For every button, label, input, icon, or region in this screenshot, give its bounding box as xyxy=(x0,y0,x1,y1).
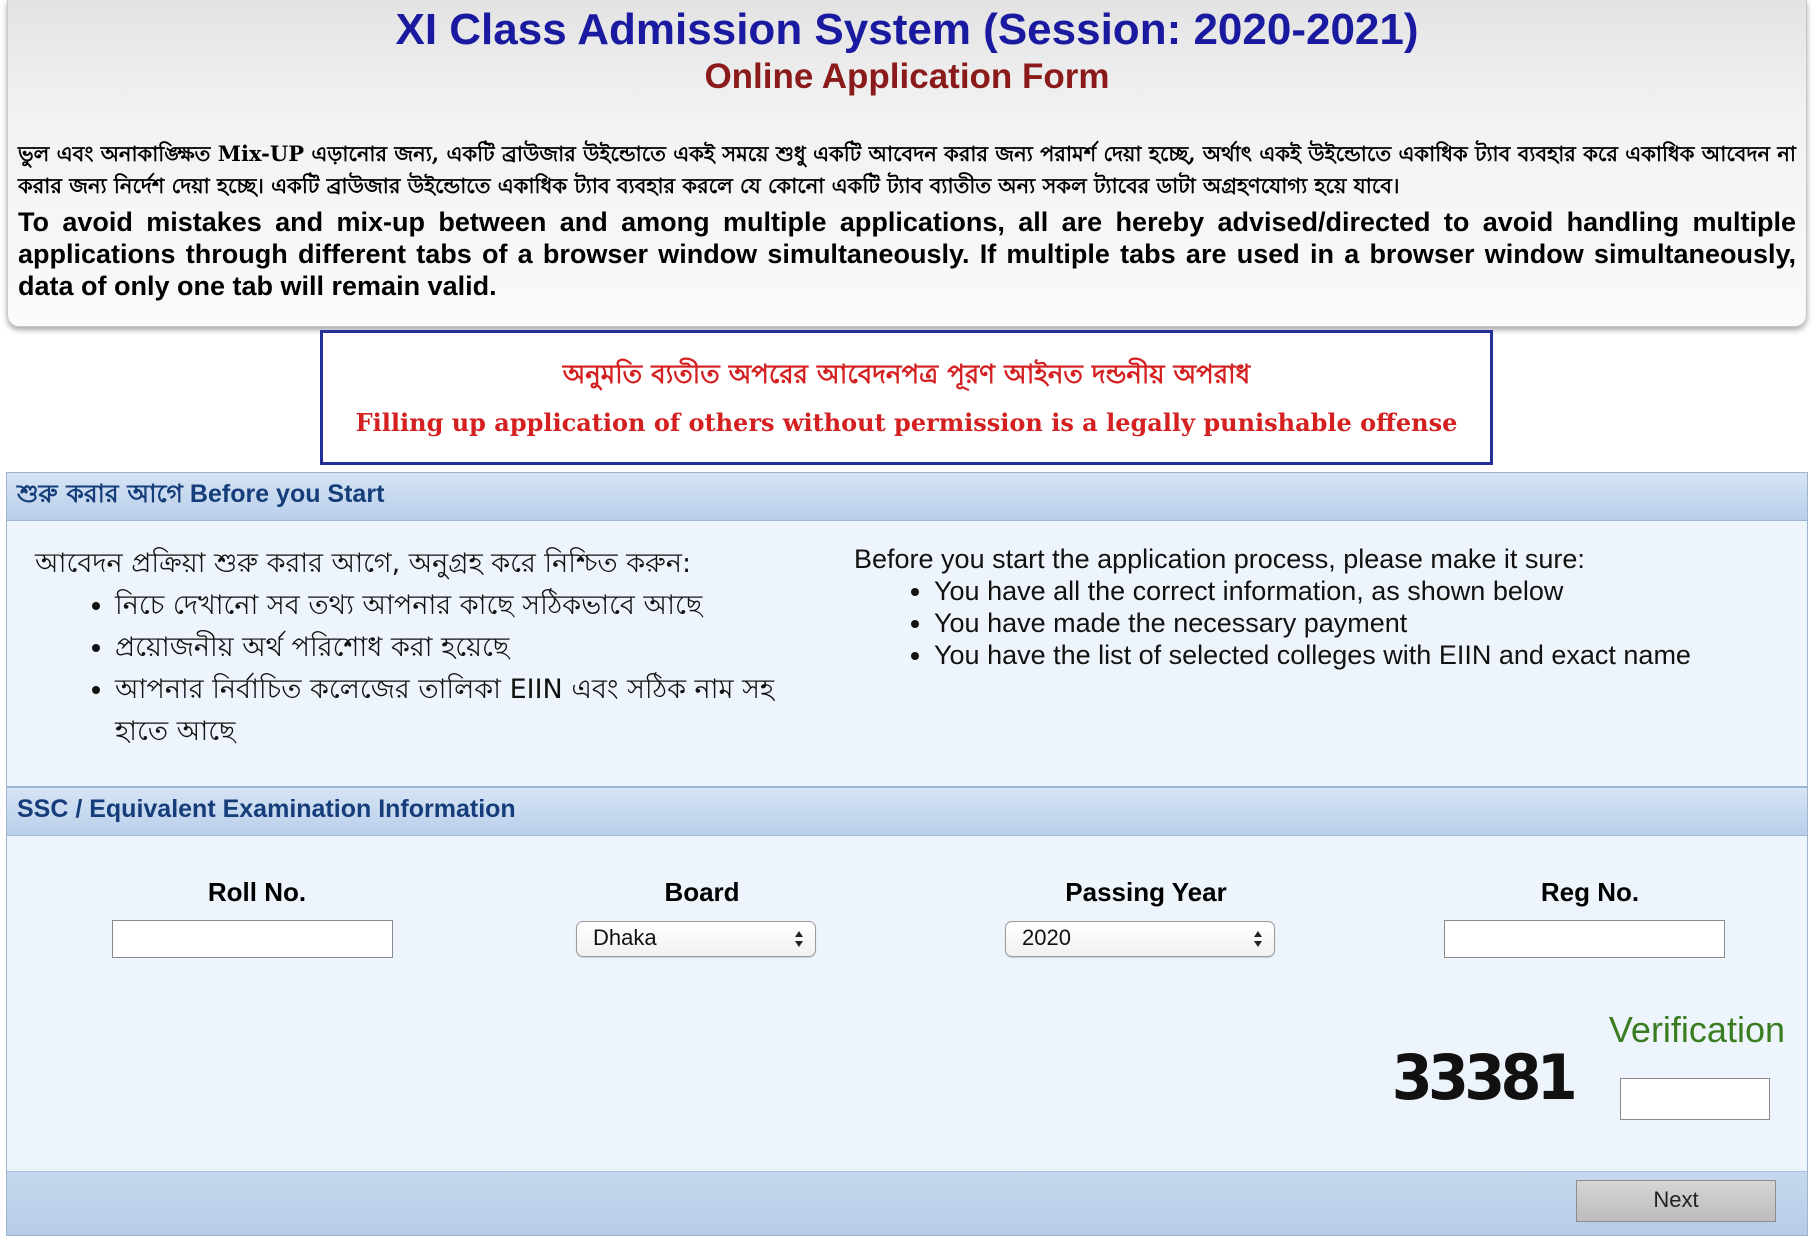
board-label: Board xyxy=(664,877,740,907)
year-field: Passing Year xyxy=(996,875,1296,909)
reg-label: Reg No. xyxy=(1540,877,1640,907)
board-field: Board xyxy=(552,875,852,909)
next-button[interactable]: Next xyxy=(1576,1180,1776,1222)
verification-input[interactable] xyxy=(1620,1078,1770,1120)
before-start-intro-bangla: আবেদন প্রক্রিয়া শুরু করার আগে, অনুগ্রহ … xyxy=(35,548,692,579)
board-select-value: Dhaka xyxy=(593,925,657,950)
before-start-intro-english: Before you start the application process… xyxy=(854,544,1585,574)
before-start-heading: শুরু করার আগে Before you Start xyxy=(7,473,1807,521)
list-item: প্রয়োজনীয় অর্থ পরিশোধ করা হয়েছে xyxy=(115,627,805,669)
verification-label: Verification xyxy=(1608,1009,1785,1050)
form-footer: Next xyxy=(7,1171,1807,1235)
roll-input[interactable] xyxy=(112,920,393,958)
before-start-panel: শুরু করার আগে Before you Start আবেদন প্র… xyxy=(6,472,1808,787)
before-start-list-english: You have all the correct information, as… xyxy=(854,575,1774,671)
up-down-chevron-icon xyxy=(795,931,803,947)
page: XI Class Admission System (Session: 2020… xyxy=(0,0,1817,1244)
before-start-bangla-column: আবেদন প্রক্রিয়া শুরু করার আগে, অনুগ্রহ … xyxy=(35,543,805,753)
page-title: XI Class Admission System (Session: 2020… xyxy=(395,5,1419,54)
year-label: Passing Year xyxy=(1065,877,1227,907)
reg-input[interactable] xyxy=(1444,920,1725,958)
before-start-english-column: Before you start the application process… xyxy=(854,543,1774,671)
before-start-list-bangla: নিচে দেখানো সব তথ্য আপনার কাছে সঠিকভাবে … xyxy=(35,585,805,753)
year-select-value: 2020 xyxy=(1022,925,1071,950)
page-subtitle: Online Application Form xyxy=(704,57,1110,96)
list-item: নিচে দেখানো সব তথ্য আপনার কাছে সঠিকভাবে … xyxy=(115,585,805,627)
board-select[interactable]: Dhaka xyxy=(576,921,816,957)
before-start-heading-english: Before you Start xyxy=(189,480,385,508)
list-item: You have all the correct information, as… xyxy=(934,575,1774,607)
captcha-image: 33381 xyxy=(1391,1041,1578,1114)
header-card: XI Class Admission System (Session: 2020… xyxy=(7,0,1807,327)
list-item: You have the list of selected colleges w… xyxy=(934,639,1774,671)
reg-field: Reg No. xyxy=(1440,875,1740,909)
roll-field: Roll No. xyxy=(107,875,407,909)
before-start-heading-bangla: শুরু করার আগে xyxy=(17,479,183,508)
roll-label: Roll No. xyxy=(207,877,307,907)
warning-bangla: অনুমতি ব্যতীত অপরের আবেদনপত্র পূরণ আইনত … xyxy=(562,360,1251,390)
exam-info-panel: SSC / Equivalent Examination Information… xyxy=(6,787,1808,1236)
year-select[interactable]: 2020 xyxy=(1005,921,1275,957)
exam-info-heading: SSC / Equivalent Examination Information xyxy=(7,788,1807,836)
notice-english: To avoid mistakes and mix-up between and… xyxy=(18,207,1796,301)
notice-bangla: ভুল এবং অনাকাঙ্ক্ষিত Mix-UP এড়ানোর জন্য… xyxy=(18,141,1796,198)
up-down-chevron-icon xyxy=(1254,931,1262,947)
warning-box: অনুমতি ব্যতীত অপরের আবেদনপত্র পূরণ আইনত … xyxy=(320,330,1493,465)
warning-english: Filling up application of others without… xyxy=(355,408,1458,437)
list-item: আপনার নির্বাচিত কলেজের তালিকা EIIN এবং স… xyxy=(115,669,805,753)
list-item: You have made the necessary payment xyxy=(934,607,1774,639)
